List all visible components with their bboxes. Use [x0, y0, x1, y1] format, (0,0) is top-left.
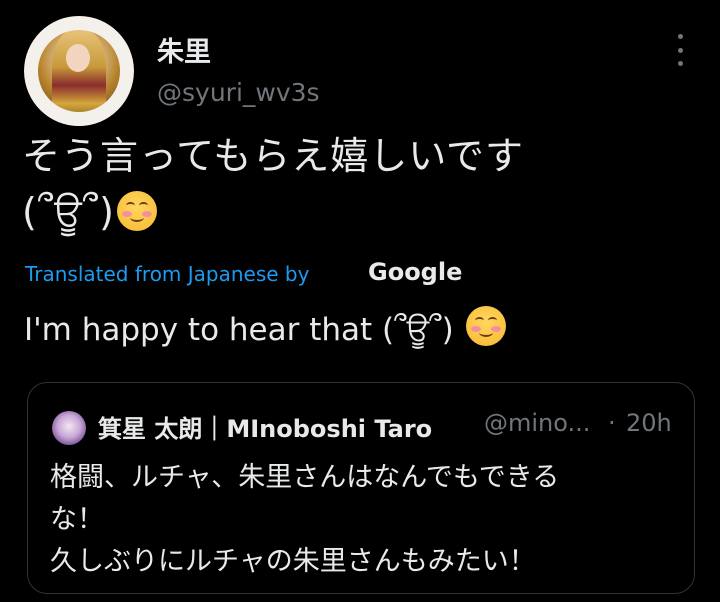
quoted-timestamp: 20h [626, 409, 672, 437]
more-options-icon[interactable] [672, 34, 688, 66]
kaomoji: (՞ਊ՞) [22, 190, 115, 234]
author-handle[interactable]: @syuri_wv3s [157, 78, 320, 107]
more-dot [677, 34, 683, 39]
quoted-author-avatar [52, 411, 86, 445]
quoted-tweet-text: 格闘、ルチャ、朱里さんはなんでもできる な！ 久しぶりにルチャの朱里さんもみたい… [50, 462, 560, 577]
author-display-name[interactable]: 朱里 [157, 30, 211, 69]
translated-text: I'm happy to hear that (՞ਊ՞) [24, 306, 704, 354]
quoted-separator: · [608, 409, 616, 437]
quoted-tweet-card[interactable]: 箕星 太朗｜MInoboshi Taro @mino... · 20h 格闘、ル… [27, 382, 695, 594]
smiling-face-emoji-icon [465, 306, 506, 346]
quoted-author-name: 箕星 太朗｜MInoboshi Taro [98, 415, 433, 443]
tweet-text-line2: (՞ਊ՞) [22, 184, 702, 240]
tweet-text-line1: そう言ってもらえ嬉しいです [22, 134, 525, 178]
more-dot [677, 61, 683, 66]
tweet-text: そう言ってもらえ嬉しいです (՞ਊ՞) [22, 128, 702, 240]
smiling-face-emoji-icon [116, 191, 157, 231]
more-dot [677, 47, 683, 53]
google-logo: Google [368, 258, 463, 286]
avatar-ring [24, 16, 134, 126]
quoted-author-handle: @mino... [484, 409, 591, 437]
author-avatar[interactable] [24, 16, 134, 126]
translated-from-label[interactable]: Translated from Japanese by [25, 262, 309, 286]
translated-text-body: I'm happy to hear that (՞ਊ՞) [24, 312, 454, 348]
